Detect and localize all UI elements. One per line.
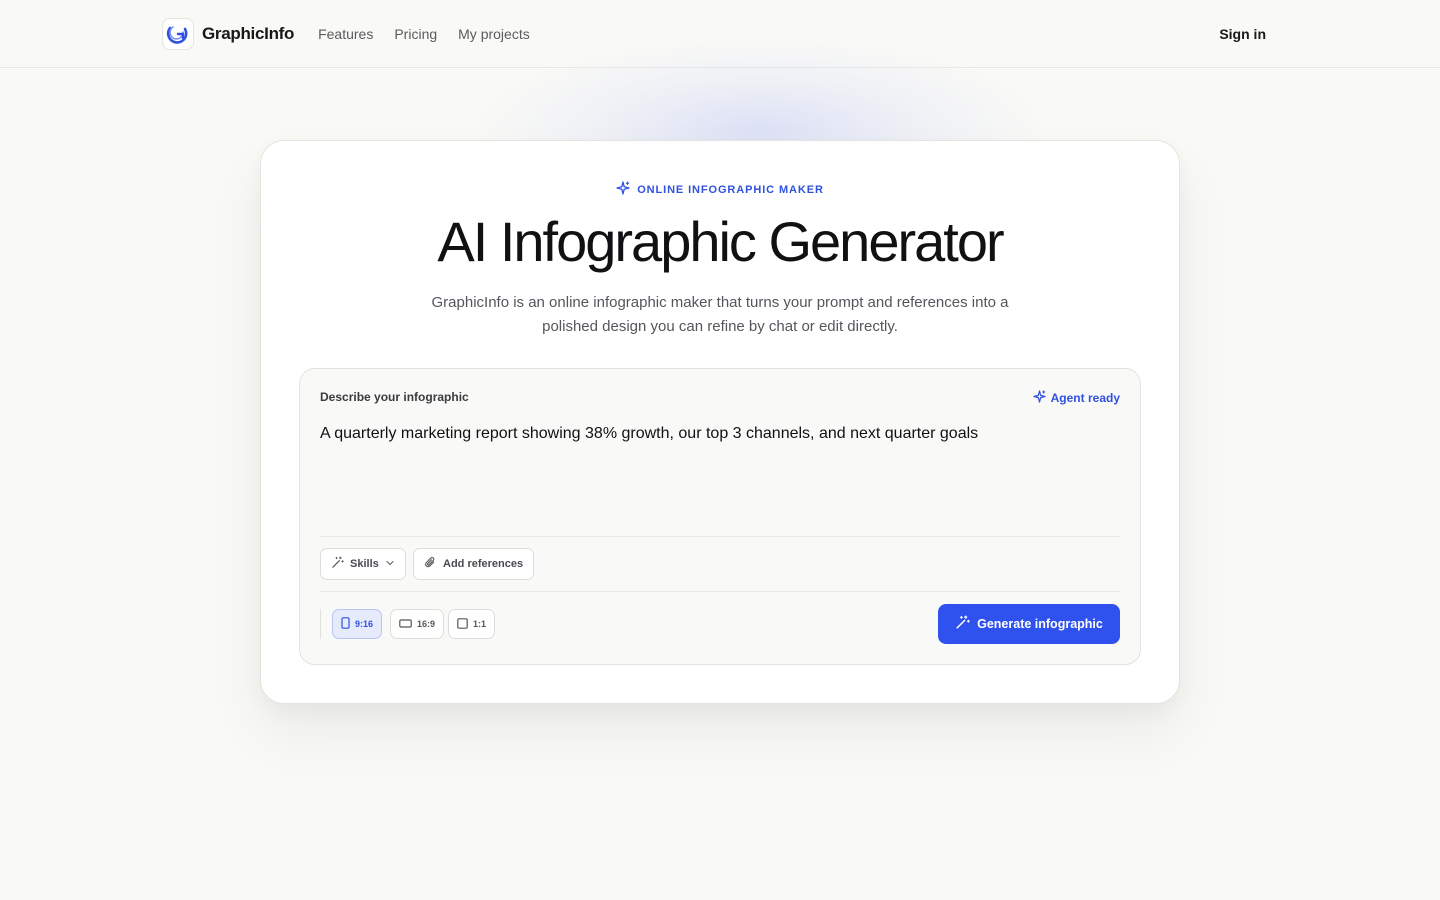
ratio-label: 9:16 bbox=[355, 619, 374, 629]
divider bbox=[320, 536, 1120, 537]
brand-link[interactable]: GraphicInfo bbox=[162, 17, 295, 50]
eyebrow: ONLINE INFOGRAPHIC MAKER bbox=[261, 181, 1179, 198]
generate-label: Generate infographic bbox=[977, 617, 1103, 631]
nav-link-features[interactable]: Features bbox=[318, 26, 373, 42]
nav-link-pricing[interactable]: Pricing bbox=[394, 26, 437, 42]
composer-label: Describe your infographic bbox=[320, 390, 469, 404]
ratio-label: 16:9 bbox=[417, 619, 436, 629]
ratio-label: 1:1 bbox=[473, 619, 487, 629]
brand-name: GraphicInfo bbox=[202, 23, 295, 43]
square-icon bbox=[457, 617, 468, 631]
sign-in-link[interactable]: Sign in bbox=[1219, 26, 1266, 42]
agent-status: Agent ready bbox=[1032, 390, 1120, 406]
magic-wand-icon bbox=[331, 556, 344, 572]
ratio-9-16-button[interactable]: 9:16 bbox=[332, 609, 383, 639]
graphicinfo-logo-icon bbox=[162, 17, 194, 50]
chevron-down-icon bbox=[385, 558, 395, 571]
eyebrow-text: ONLINE INFOGRAPHIC MAKER bbox=[637, 183, 824, 196]
hero-card: ONLINE INFOGRAPHIC MAKER AI Infographic … bbox=[260, 140, 1180, 704]
page-title: AI Infographic Generator bbox=[437, 210, 1004, 273]
magic-wand-icon bbox=[955, 615, 970, 633]
sparkles-icon bbox=[616, 181, 630, 198]
skills-label: Skills bbox=[350, 558, 379, 570]
agent-status-text: Agent ready bbox=[1050, 391, 1120, 405]
paperclip-icon bbox=[424, 556, 437, 572]
landscape-icon bbox=[399, 618, 412, 630]
prompt-input[interactable]: A quarterly marketing report showing 38%… bbox=[320, 423, 1120, 523]
skills-dropdown[interactable]: Skills bbox=[320, 548, 406, 580]
ratio-16-9-button[interactable]: 16:9 bbox=[390, 609, 445, 639]
add-references-label: Add references bbox=[443, 558, 524, 570]
prompt-composer: Describe your infographic Agent ready A … bbox=[299, 368, 1141, 665]
portrait-icon bbox=[341, 617, 350, 631]
divider bbox=[320, 591, 1120, 592]
generate-infographic-button[interactable]: Generate infographic bbox=[938, 604, 1120, 644]
ratio-separator bbox=[320, 609, 321, 639]
ratio-1-1-button[interactable]: 1:1 bbox=[448, 609, 496, 639]
page-subtitle: GraphicInfo is an online infographic mak… bbox=[431, 294, 1009, 335]
add-references-button[interactable]: Add references bbox=[413, 548, 535, 580]
sparkles-icon bbox=[1032, 390, 1046, 406]
